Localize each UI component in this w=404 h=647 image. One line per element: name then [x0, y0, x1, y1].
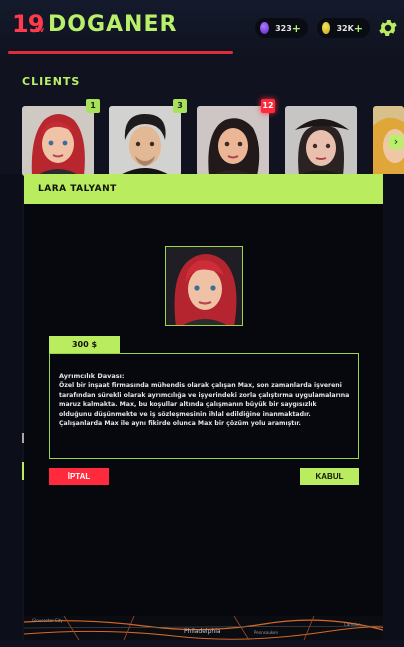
- top-bar: 19 Lv DOGANER 323 + 32K +: [0, 0, 404, 56]
- map-label-1: Gloucester City: [32, 618, 63, 623]
- client-portrait-3: [197, 106, 269, 176]
- city-map-strip: Philadelphia Gloucester City Pennsauken …: [24, 616, 383, 640]
- client-portrait-1: [22, 106, 94, 176]
- chevron-right-icon[interactable]: ›: [389, 135, 403, 149]
- client-portrait-4: [285, 106, 357, 176]
- header-underline: [8, 51, 233, 54]
- gems-counter[interactable]: 323 +: [255, 18, 308, 38]
- cancel-button[interactable]: İPTAL: [49, 468, 109, 485]
- client-portrait-2: [109, 106, 181, 176]
- level-suffix: Lv: [35, 26, 45, 34]
- client-badge-2: 3: [173, 99, 187, 113]
- case-description: Özel bir inşaat firmasında mühendis olar…: [59, 382, 350, 427]
- player-name: DOGANER: [48, 12, 178, 37]
- accept-button[interactable]: KABUL: [300, 468, 359, 485]
- gems-value: 323: [275, 23, 292, 33]
- map-label-2: Pennsauken: [254, 630, 279, 635]
- map-city-label: Philadelphia: [184, 628, 221, 635]
- coins-value: 32K: [336, 23, 354, 33]
- gear-icon[interactable]: [377, 17, 399, 39]
- client-badge-1: 1: [86, 99, 100, 113]
- client-detail-modal: LARA TALYANT 300 $ Ayrımcılık Davası: Öz…: [24, 174, 383, 640]
- add-coins-button[interactable]: +: [354, 22, 363, 35]
- client-card-3[interactable]: [197, 106, 269, 176]
- add-gems-button[interactable]: +: [292, 22, 301, 35]
- gem-icon: [260, 22, 270, 34]
- client-card-4[interactable]: [285, 106, 357, 176]
- map-label-3: Camden: [344, 622, 361, 627]
- case-title: Ayrımcılık Davası:: [59, 372, 125, 380]
- background-panel-left: [0, 174, 22, 640]
- clients-title: CLIENTS: [22, 75, 81, 88]
- modal-title: LARA TALYANT: [38, 184, 117, 194]
- background-panel-right: [383, 174, 404, 640]
- modal-header: LARA TALYANT: [24, 174, 383, 204]
- case-description-box: Ayrımcılık Davası: Özel bir inşaat firma…: [49, 353, 359, 459]
- price-tag: 300 $: [49, 336, 120, 353]
- coins-counter[interactable]: 32K +: [317, 18, 370, 38]
- coin-icon: [322, 22, 331, 34]
- client-card-2[interactable]: [109, 106, 181, 176]
- client-badge-3: 12: [261, 99, 275, 113]
- client-portrait: [165, 246, 243, 326]
- client-card-1[interactable]: [22, 106, 94, 176]
